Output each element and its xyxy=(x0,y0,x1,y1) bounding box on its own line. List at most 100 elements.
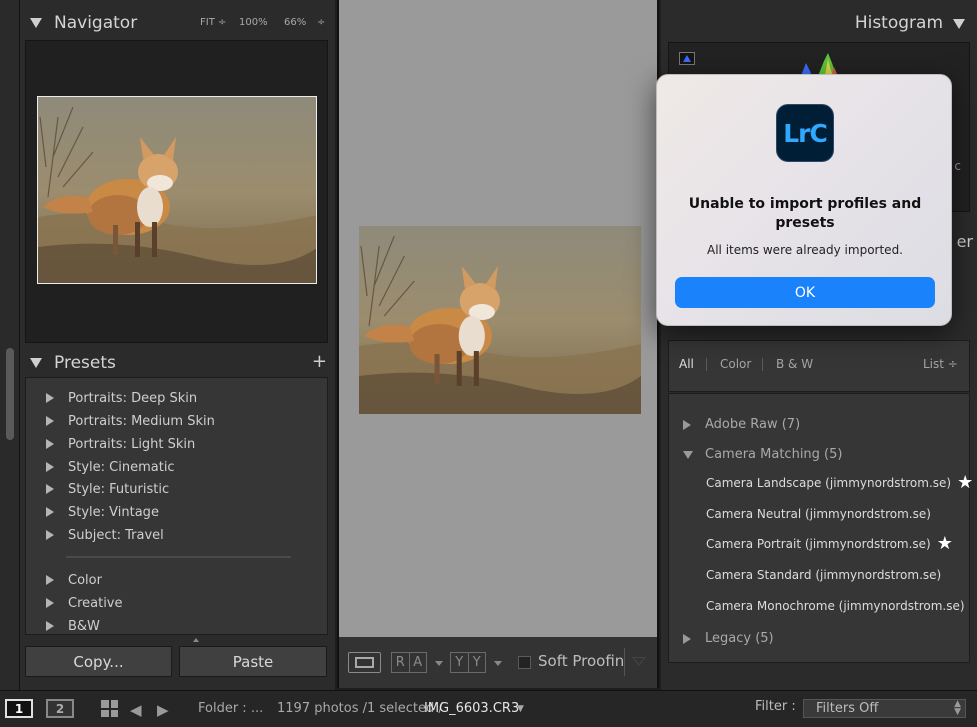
left-edge-strip xyxy=(0,0,20,690)
before-after-r: R xyxy=(392,653,410,672)
arrow-left-icon[interactable]: ◀ xyxy=(130,701,142,719)
add-preset-icon[interactable]: + xyxy=(312,351,327,372)
presets-title: Presets xyxy=(54,353,116,373)
toolbar-menu-chevron-icon[interactable] xyxy=(632,657,646,666)
grid-view-icon[interactable] xyxy=(101,700,118,717)
copy-button[interactable]: Copy... xyxy=(25,646,172,677)
view-mode-button[interactable] xyxy=(348,652,381,673)
profile-group-legacy[interactable]: Legacy (5) xyxy=(683,631,774,646)
chevron-down-icon[interactable] xyxy=(494,661,502,666)
expand-triangle-icon[interactable] xyxy=(46,598,54,608)
photo-count: 1197 photos /1 selected / xyxy=(277,701,443,716)
zoom-more[interactable]: ÷ xyxy=(317,17,325,28)
collapse-triangle-icon[interactable] xyxy=(953,19,965,29)
left-scrollbar[interactable] xyxy=(6,348,14,440)
arrow-right-icon[interactable]: ▶ xyxy=(157,701,169,719)
zoom-66[interactable]: 66% xyxy=(284,17,306,28)
main-image-area[interactable] xyxy=(337,0,659,637)
filter-dropdown[interactable]: Filters Off ▲ ▼ xyxy=(803,699,966,718)
expand-triangle-icon[interactable] xyxy=(46,416,54,426)
main-photo[interactable] xyxy=(359,226,641,414)
profile-browser-header[interactable]: er xyxy=(957,232,973,251)
zoom-100[interactable]: 100% xyxy=(239,17,268,28)
compare-view-button[interactable]: Y Y xyxy=(450,652,486,673)
preset-group-bw[interactable]: B&W xyxy=(46,616,100,636)
filter-all[interactable]: All xyxy=(679,357,694,371)
filmstrip-bar: 1 2 ◀ ▶ Folder : ... 1197 photos /1 sele… xyxy=(0,690,977,727)
left-panel: Navigator FIT ÷ 100% 66% ÷ Presets + Por… xyxy=(20,0,335,690)
preset-item[interactable]: Style: Futuristic xyxy=(46,479,169,499)
histogram-title: Histogram xyxy=(854,13,943,33)
preset-item[interactable]: Subject: Travel xyxy=(46,525,164,545)
expand-triangle-icon[interactable] xyxy=(46,462,54,472)
ok-button[interactable]: OK xyxy=(675,277,935,308)
paste-button[interactable]: Paste xyxy=(179,646,327,677)
secondary-window-button[interactable]: 2 xyxy=(46,699,74,718)
fox-photo-image xyxy=(38,97,316,283)
navigator-preview[interactable] xyxy=(25,40,328,343)
dialog-title: Unable to import profiles and presets xyxy=(688,196,922,231)
expand-triangle-icon[interactable] xyxy=(46,507,54,517)
before-after-button[interactable]: R A xyxy=(391,652,427,673)
expand-triangle-icon[interactable] xyxy=(46,575,54,585)
expand-triangle-icon[interactable] xyxy=(683,633,691,644)
shadow-clipping-icon[interactable] xyxy=(679,52,695,65)
profiles-list: Adobe Raw (7) Camera Matching (5) Camera… xyxy=(668,393,973,663)
chevron-updown-icon: ▲ ▼ xyxy=(954,699,961,717)
filter-color[interactable]: Color xyxy=(720,357,751,371)
before-after-a: A xyxy=(413,655,423,670)
preset-group-creative[interactable]: Creative xyxy=(46,593,123,613)
preset-group-color[interactable]: Color xyxy=(46,570,102,590)
profile-item[interactable]: Camera Landscape (jimmynordstrom.se) ★ xyxy=(706,474,973,492)
expand-triangle-icon[interactable] xyxy=(46,530,54,540)
expand-triangle-icon[interactable] xyxy=(46,621,54,631)
soft-proofing-label[interactable]: Soft Proofing xyxy=(538,652,623,670)
preset-item[interactable]: Portraits: Light Skin xyxy=(46,434,195,454)
filter-divider xyxy=(762,358,763,371)
histogram-side-label: c xyxy=(954,159,961,173)
panel-resize-handle-icon[interactable] xyxy=(193,638,199,642)
alert-dialog: LrC Unable to import profiles and preset… xyxy=(656,74,952,326)
profile-filter-bar: All Color B & W List ÷ xyxy=(668,340,970,392)
presets-list: Portraits: Deep Skin Portraits: Medium S… xyxy=(25,377,328,635)
profile-item[interactable]: Camera Monochrome (jimmynordstrom.se) xyxy=(706,599,965,613)
navigator-title: Navigator xyxy=(54,13,138,33)
favorite-star-icon[interactable]: ★ xyxy=(957,474,973,492)
expand-triangle-icon[interactable] xyxy=(46,393,54,403)
filter-divider xyxy=(706,358,707,371)
favorite-star-icon[interactable]: ★ xyxy=(937,535,953,553)
navigator-thumbnail[interactable] xyxy=(37,96,317,284)
filter-bw[interactable]: B & W xyxy=(776,357,813,371)
develop-toolbar: R A Y Y Soft Proofing xyxy=(337,637,659,688)
dialog-message: All items were already imported. xyxy=(707,243,903,257)
navigator-header[interactable]: Navigator FIT ÷ 100% 66% ÷ xyxy=(20,3,335,43)
preset-item[interactable]: Style: Cinematic xyxy=(46,457,175,477)
chevron-down-icon[interactable]: ▼ xyxy=(517,704,524,714)
collapse-triangle-icon[interactable] xyxy=(683,450,693,459)
loupe-view-icon xyxy=(355,657,374,668)
view-mode-dropdown[interactable]: List ÷ xyxy=(923,357,958,371)
preset-item[interactable]: Portraits: Medium Skin xyxy=(46,411,215,431)
preset-item[interactable]: Portraits: Deep Skin xyxy=(46,388,197,408)
profile-group-adobe-raw[interactable]: Adobe Raw (7) xyxy=(683,417,800,432)
profile-item[interactable]: Camera Neutral (jimmynordstrom.se) xyxy=(706,507,931,521)
profile-item[interactable]: Camera Portrait (jimmynordstrom.se) ★ xyxy=(706,535,953,553)
filter-label: Filter : xyxy=(755,699,796,714)
expand-triangle-icon[interactable] xyxy=(46,484,54,494)
preset-item[interactable]: Style: Vintage xyxy=(46,502,159,522)
primary-window-button[interactable]: 1 xyxy=(5,699,33,718)
expand-triangle-icon[interactable] xyxy=(683,419,691,430)
collapse-triangle-icon[interactable] xyxy=(30,18,42,28)
compare-y-left: Y xyxy=(451,653,469,672)
profile-group-camera-matching[interactable]: Camera Matching (5) xyxy=(683,447,842,462)
zoom-fit[interactable]: FIT ÷ xyxy=(200,17,226,28)
chevron-down-icon[interactable] xyxy=(435,661,443,666)
folder-label[interactable]: Folder : ... xyxy=(198,701,263,716)
histogram-header[interactable]: Histogram xyxy=(661,3,977,43)
profile-item[interactable]: Camera Standard (jimmynordstrom.se) xyxy=(706,568,941,582)
expand-triangle-icon[interactable] xyxy=(46,439,54,449)
selected-filename[interactable]: IMG_6603.CR3 xyxy=(424,701,519,716)
soft-proofing-checkbox[interactable] xyxy=(518,656,531,669)
fox-photo-image xyxy=(359,226,641,414)
collapse-triangle-icon[interactable] xyxy=(30,358,42,368)
